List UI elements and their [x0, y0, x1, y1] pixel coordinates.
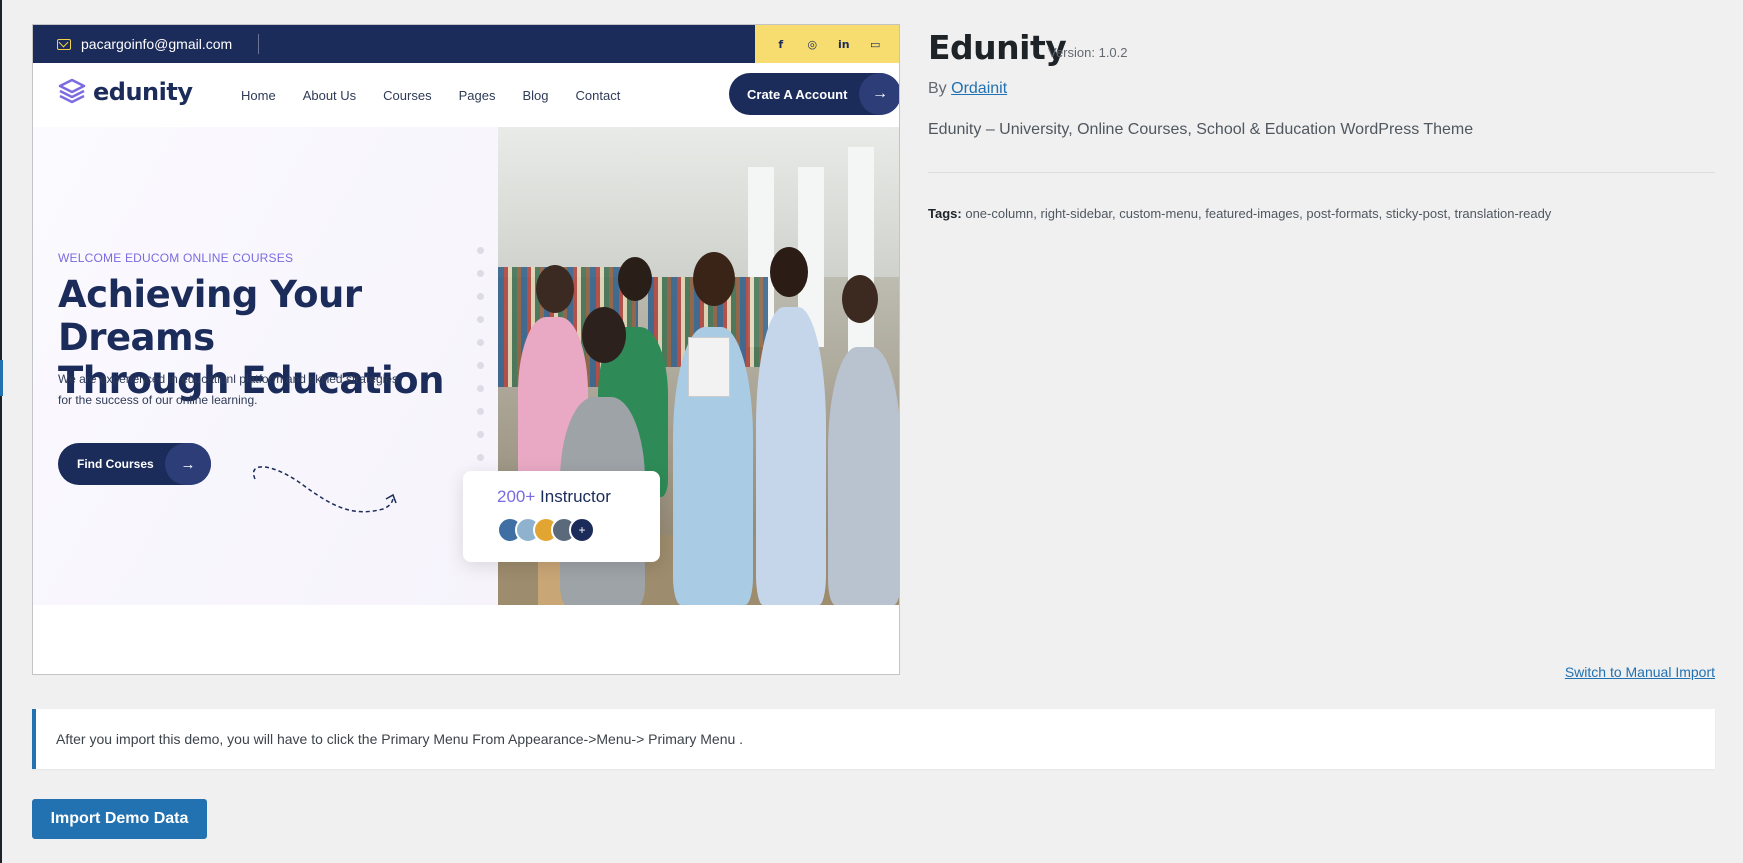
facebook-icon: f [778, 37, 784, 51]
preview-hero: WELCOME EDUCOM ONLINE COURSES Achieving … [33, 127, 899, 605]
linkedin-icon: in [837, 37, 850, 51]
instructor-card: 200+ Instructor + [463, 471, 660, 562]
instructor-avatars: + [497, 517, 595, 543]
hero-welcome: WELCOME EDUCOM ONLINE COURSES [58, 251, 294, 265]
tags-label: Tags: [928, 206, 962, 221]
instructor-count: 200+ Instructor [497, 487, 611, 507]
hero-subtext-line2: for the success of our online learning. [58, 393, 258, 407]
theme-author: By Ordainit [928, 80, 1007, 98]
instructor-number: 200+ [497, 487, 536, 506]
mail-icon [57, 38, 71, 50]
dashed-arrow-decoration [252, 466, 397, 513]
author-link[interactable]: Ordainit [951, 80, 1007, 97]
edunity-logo-icon [58, 78, 86, 104]
theme-name: Edunity [928, 28, 1067, 67]
preview-menu-home: Home [241, 87, 276, 103]
instagram-icon: ◎ [807, 37, 818, 51]
theme-screenshot: pacargoinfo@gmail.com f ◎ in ▭ edunity H… [32, 24, 900, 675]
preview-email: pacargoinfo@gmail.com [57, 25, 260, 63]
theme-tags: Tags: one-column, right-sidebar, custom-… [928, 206, 1551, 221]
preview-topbar: pacargoinfo@gmail.com f ◎ in ▭ [33, 25, 899, 63]
hero-subtext: We are experienced in educationl platfor… [58, 369, 438, 411]
topbar-separator [258, 34, 260, 54]
preview-socials: f ◎ in ▭ [755, 25, 899, 63]
import-demo-data-button[interactable]: Import Demo Data [32, 799, 207, 839]
preview-nav: edunity Home About Us Courses Pages Blog… [33, 63, 899, 127]
import-notice: After you import this demo, you will hav… [32, 709, 1715, 769]
switch-to-manual-import-link[interactable]: Switch to Manual Import [1565, 664, 1715, 680]
author-by-label: By [928, 80, 947, 97]
preview-menu-pages: Pages [458, 87, 496, 103]
import-notice-text: After you import this demo, you will hav… [56, 731, 744, 747]
admin-sidebar-active-marker [0, 360, 3, 396]
preview-cta-label: Crate A Account [747, 86, 848, 102]
hero-headline-line1: Achieving Your Dreams [58, 273, 362, 359]
preview-menu-about: About Us [302, 87, 357, 103]
preview-menu-contact: Contact [575, 87, 621, 103]
arrow-right-icon: → [165, 443, 211, 485]
avatar-plus: + [569, 517, 595, 543]
theme-description: Edunity – University, Online Courses, Sc… [928, 121, 1474, 138]
preview-logo-text: edunity [93, 78, 193, 106]
preview-email-text: pacargoinfo@gmail.com [81, 36, 233, 52]
arrow-right-icon: → [859, 73, 899, 115]
find-courses-label: Find Courses [77, 457, 154, 471]
theme-version: Version: 1.0.2 [1048, 45, 1128, 60]
preview-menu-courses: Courses [383, 87, 432, 103]
hero-subtext-line1: We are experienced in educationl platfor… [58, 372, 398, 386]
preview-menu: Home About Us Courses Pages Blog Contact [241, 63, 620, 127]
youtube-icon: ▭ [870, 37, 881, 51]
preview-menu-blog: Blog [522, 87, 549, 103]
tags-list: one-column, right-sidebar, custom-menu, … [965, 206, 1552, 221]
preview-cta-button: Crate A Account → [729, 73, 899, 115]
admin-sidebar-edge [0, 0, 2, 863]
preview-logo: edunity [57, 77, 193, 107]
hero-find-courses-button: Find Courses → [58, 443, 211, 485]
divider [928, 172, 1715, 173]
instructor-label: Instructor [540, 487, 611, 506]
